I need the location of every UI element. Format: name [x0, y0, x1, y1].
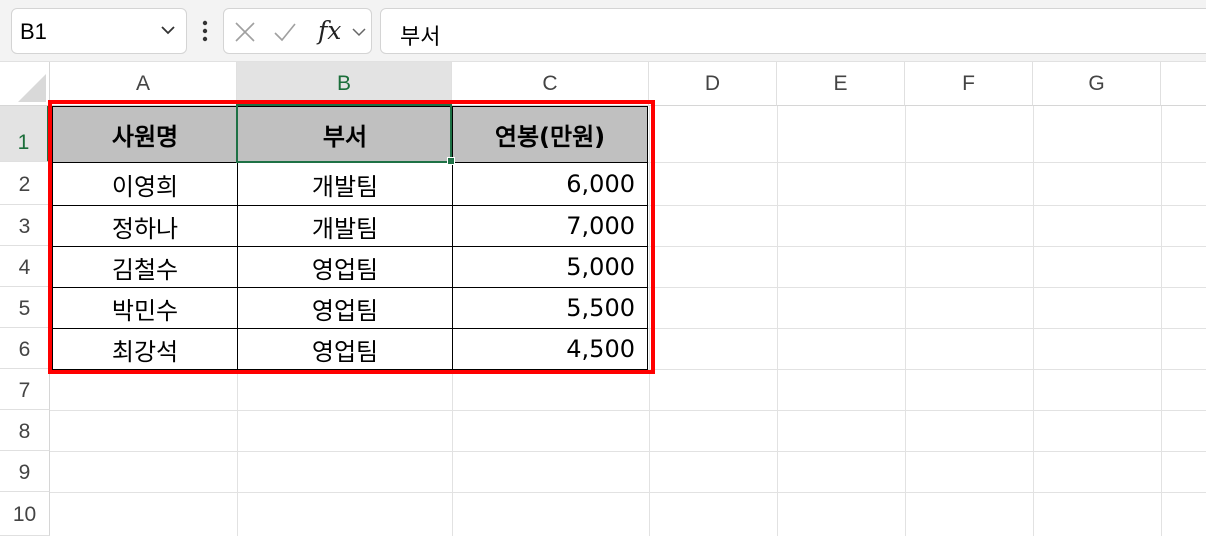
cell-a2[interactable]: 이영희 [52, 162, 238, 206]
column-header-d[interactable]: D [649, 62, 777, 106]
row-header-9[interactable]: 9 [0, 451, 50, 492]
fill-handle[interactable] [447, 157, 455, 165]
cell-b2[interactable]: 개발팀 [237, 162, 453, 206]
select-all-triangle [18, 74, 46, 102]
formula-actions: fx [223, 8, 372, 54]
cell-c3[interactable]: 7,000 [452, 205, 648, 247]
row-header-1[interactable]: 1 [0, 106, 50, 162]
close-icon[interactable] [233, 20, 257, 44]
cell-c2[interactable]: 6,000 [452, 162, 648, 206]
column-header-e[interactable]: E [777, 62, 905, 106]
cell-a3[interactable]: 정하나 [52, 205, 238, 247]
gridline [905, 106, 906, 536]
cell-c5[interactable]: 5,500 [452, 287, 648, 329]
name-box-value: B1 [20, 19, 47, 44]
gridline [50, 410, 1206, 411]
row-header-5[interactable]: 5 [0, 287, 50, 328]
row-header-7[interactable]: 7 [0, 369, 50, 410]
gridline [50, 492, 1206, 493]
column-header-c[interactable]: C [452, 62, 649, 106]
cell-a5[interactable]: 박민수 [52, 287, 238, 329]
check-icon[interactable] [273, 20, 297, 44]
formula-input[interactable]: 부서 [380, 8, 1206, 54]
cell-b1[interactable]: 부서 [237, 106, 453, 163]
cell-b5[interactable]: 영업팀 [237, 287, 453, 329]
chevron-down-icon[interactable] [159, 21, 177, 39]
column-header-h[interactable] [1161, 62, 1206, 106]
cell-c4[interactable]: 5,000 [452, 246, 648, 288]
row-header-2[interactable]: 2 [0, 162, 50, 205]
more-vertical-icon[interactable] [198, 18, 212, 44]
cell-a6[interactable]: 최강석 [52, 328, 238, 370]
column-header-b[interactable]: B [237, 62, 452, 106]
cell-c1[interactable]: 연봉(만원) [452, 106, 648, 163]
column-header-g[interactable]: G [1033, 62, 1161, 106]
cell-b4[interactable]: 영업팀 [237, 246, 453, 288]
row-header-6[interactable]: 6 [0, 328, 50, 369]
formula-bar: B1 fx 부서 [0, 0, 1206, 62]
function-icon[interactable]: fx [318, 16, 341, 45]
gridline [50, 451, 1206, 452]
chevron-down-icon[interactable] [351, 24, 367, 40]
row-header-4[interactable]: 4 [0, 246, 50, 287]
column-header-a[interactable]: A [50, 62, 237, 106]
cell-c6[interactable]: 4,500 [452, 328, 648, 370]
row-header-10[interactable]: 10 [0, 492, 50, 536]
gridline [1161, 106, 1162, 536]
cell-a4[interactable]: 김철수 [52, 246, 238, 288]
cell-b3[interactable]: 개발팀 [237, 205, 453, 247]
column-header-f[interactable]: F [905, 62, 1033, 106]
cell-a1[interactable]: 사원명 [52, 106, 238, 163]
gridline [649, 106, 650, 536]
formula-value: 부서 [400, 25, 441, 50]
cell-b6[interactable]: 영업팀 [237, 328, 453, 370]
row-header-8[interactable]: 8 [0, 410, 50, 451]
row-header-3[interactable]: 3 [0, 205, 50, 246]
gridline [1033, 106, 1034, 536]
select-all-corner[interactable] [0, 62, 50, 106]
gridline [777, 106, 778, 536]
name-box[interactable]: B1 [11, 8, 187, 54]
